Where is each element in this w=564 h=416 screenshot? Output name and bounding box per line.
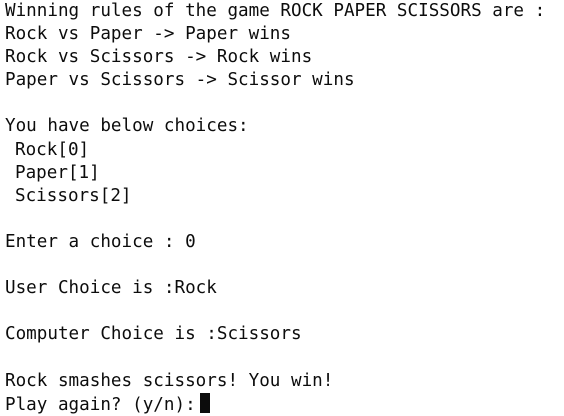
choices-header: You have below choices: [5,116,249,137]
console-window[interactable]: Winning rules of the game ROCK PAPER SCI… [0,0,564,415]
choice-option: Scissors[2] [15,185,132,206]
rules-header: Winning rules of the game ROCK PAPER SCI… [5,1,546,21]
rule-line: Rock vs Scissors -> Rock wins [5,47,313,68]
choice-option: Rock[0] [15,139,90,160]
choice-option: Paper[1] [15,162,100,183]
result-line: Rock smashes scissors! You win! [5,370,334,391]
rule-line: Rock vs Paper -> Paper wins [5,24,291,45]
rule-line: Paper vs Scissors -> Scissor wins [5,70,355,91]
play-again-prompt: Play again? (y/n): [5,394,196,415]
play-again-line[interactable]: Play again? (y/n): [5,392,564,416]
enter-choice-line: Enter a choice : 0 [5,231,196,252]
user-choice-line: User Choice is :Rock [5,278,217,299]
computer-choice-line: Computer Choice is :Scissors [5,324,302,345]
